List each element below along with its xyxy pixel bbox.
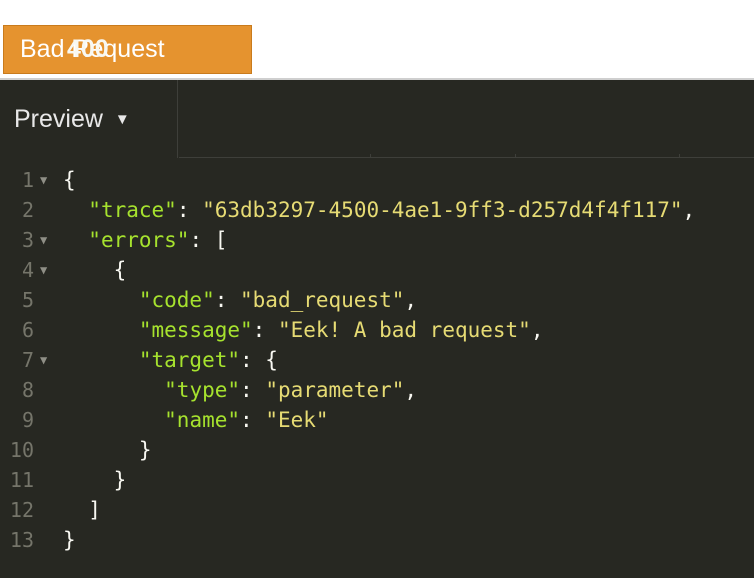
code-line: 4 ▼ { xyxy=(0,255,754,285)
json-punctuation: : xyxy=(240,378,266,402)
divider xyxy=(370,154,371,158)
json-string: "63db3297-4500-4ae1-9ff3-d257d4f4f117" xyxy=(202,198,683,222)
code-text: { xyxy=(63,255,127,285)
code-text: } xyxy=(63,465,127,495)
json-punctuation: } xyxy=(63,468,127,492)
fold-toggle-icon[interactable]: ▼ xyxy=(40,165,47,195)
json-punctuation: } xyxy=(63,438,152,462)
json-punctuation: : xyxy=(240,408,266,432)
code-text: "errors": [ xyxy=(63,225,227,255)
code-line: 5 "code": "bad_request", xyxy=(0,285,754,315)
code-line: 6 "message": "Eek! A bad request", xyxy=(0,315,754,345)
line-number: 4 xyxy=(21,258,34,282)
line-number: 10 xyxy=(9,438,34,462)
code-text: } xyxy=(63,435,152,465)
line-number: 13 xyxy=(9,528,34,552)
json-key: "code" xyxy=(138,288,215,312)
json-key: "type" xyxy=(164,378,241,402)
code-text: } xyxy=(63,525,76,555)
caret-down-icon: ▼ xyxy=(114,110,130,128)
code-text: "trace": "63db3297-4500-4ae1-9ff3-d257d4… xyxy=(63,195,695,225)
json-punctuation xyxy=(63,378,164,402)
fold-toggle-icon[interactable]: ▼ xyxy=(40,345,47,375)
json-punctuation: : { xyxy=(240,348,278,372)
json-punctuation: ] xyxy=(63,498,101,522)
response-header-bar: 400 Bad Request xyxy=(0,0,754,80)
code-line: 2 "trace": "63db3297-4500-4ae1-9ff3-d257… xyxy=(0,195,754,225)
json-key: "target" xyxy=(138,348,241,372)
code-text: "code": "bad_request", xyxy=(63,285,417,315)
code-line: 1 ▼ { xyxy=(0,165,754,195)
json-punctuation xyxy=(63,408,164,432)
json-key: "errors" xyxy=(88,228,190,252)
json-string: "Eek! A bad request" xyxy=(277,318,531,342)
line-number: 3 xyxy=(21,228,34,252)
line-number: 5 xyxy=(21,288,34,312)
code-text: ] xyxy=(63,495,101,525)
code-text: "name": "Eek" xyxy=(63,405,329,435)
json-punctuation: , xyxy=(682,198,696,222)
json-punctuation: , xyxy=(404,288,418,312)
preview-dropdown[interactable]: Preview ▼ xyxy=(0,80,178,158)
json-punctuation: : xyxy=(176,198,203,222)
code-line: 8 "type": "parameter", xyxy=(0,375,754,405)
preview-label: Preview xyxy=(14,104,103,133)
code-text: "type": "parameter", xyxy=(63,375,417,405)
line-number: 1 xyxy=(21,168,34,192)
line-number: 9 xyxy=(21,408,34,432)
json-string: "parameter" xyxy=(265,378,405,402)
json-key: "name" xyxy=(164,408,241,432)
json-punctuation: { xyxy=(63,258,127,282)
json-punctuation: , xyxy=(530,318,544,342)
json-punctuation: : xyxy=(214,288,241,312)
line-number: 7 xyxy=(21,348,34,372)
tab-row-empty xyxy=(179,80,754,158)
json-punctuation xyxy=(63,318,139,342)
json-punctuation: : [ xyxy=(189,228,228,252)
json-punctuation: , xyxy=(404,378,418,402)
code-line: 9 "name": "Eek" xyxy=(0,405,754,435)
fold-toggle-icon[interactable]: ▼ xyxy=(40,225,47,255)
fold-toggle-icon[interactable]: ▼ xyxy=(40,255,47,285)
response-panel: Preview ▼ 1 ▼{2 "trace": "63db3297-4500-4… xyxy=(0,80,754,578)
line-number: 8 xyxy=(21,378,34,402)
line-number: 2 xyxy=(21,198,34,222)
json-punctuation: { xyxy=(63,168,76,192)
json-punctuation: : xyxy=(252,318,278,342)
line-number: 11 xyxy=(9,468,34,492)
json-punctuation xyxy=(63,288,139,312)
json-punctuation: } xyxy=(63,528,76,552)
status-badge: 400 Bad Request xyxy=(3,25,252,74)
code-line: 3 ▼ "errors": [ xyxy=(0,225,754,255)
code-text: { xyxy=(63,165,76,195)
line-number: 6 xyxy=(21,318,34,342)
tab-row: Preview ▼ xyxy=(0,80,754,158)
code-line: 12 ] xyxy=(0,495,754,525)
code-text: "target": { xyxy=(63,345,278,375)
line-number: 12 xyxy=(9,498,34,522)
code-line: 10 } xyxy=(0,435,754,465)
divider xyxy=(679,154,680,158)
json-key: "message" xyxy=(138,318,253,342)
code-text: "message": "Eek! A bad request", xyxy=(63,315,544,345)
json-key: "trace" xyxy=(88,198,177,222)
status-code: 400 xyxy=(67,35,109,63)
json-preview[interactable]: 1 ▼{2 "trace": "63db3297-4500-4ae1-9ff3-d… xyxy=(0,165,754,555)
json-string: "bad_request" xyxy=(240,288,405,312)
json-punctuation xyxy=(63,198,88,222)
divider xyxy=(515,154,516,158)
json-string: "Eek" xyxy=(265,408,329,432)
json-punctuation xyxy=(63,348,139,372)
json-punctuation xyxy=(63,228,88,252)
code-line: 13} xyxy=(0,525,754,555)
code-line: 7 ▼ "target": { xyxy=(0,345,754,375)
code-line: 11 } xyxy=(0,465,754,495)
